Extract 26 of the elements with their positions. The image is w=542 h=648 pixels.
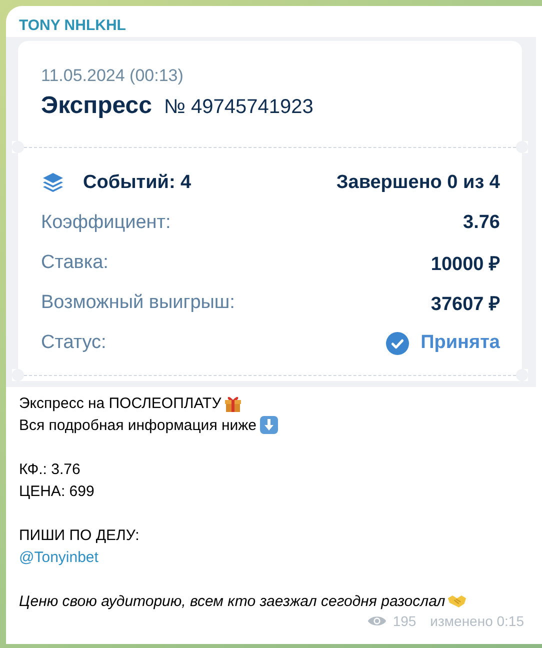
status-value: Принята bbox=[420, 332, 500, 354]
message-text: ПИШИ ПО ДЕЛУ: bbox=[19, 526, 140, 544]
detail-label: Статус: bbox=[41, 332, 106, 354]
ticket-date: 11.05.2024 (00:13) bbox=[41, 66, 184, 86]
edited-time: изменено 0:15 bbox=[430, 613, 524, 629]
view-count: 195 bbox=[392, 613, 416, 629]
bet-number: № 49745741923 bbox=[164, 96, 314, 119]
detail-label: Коэффициент: bbox=[41, 212, 171, 234]
layers-icon bbox=[41, 171, 65, 195]
channel-name[interactable]: TONY NHLKHL bbox=[6, 6, 126, 37]
detail-value: 10000 ₽ bbox=[430, 253, 500, 276]
detail-value: 3.76 bbox=[463, 212, 500, 234]
message-text: КФ.: 3.76 bbox=[19, 460, 80, 478]
username-link[interactable]: @Tonyinbet bbox=[19, 548, 98, 566]
completed-count: Завершено 0 из 4 bbox=[336, 172, 500, 194]
message-text: Экспресс на ПОСЛЕОПЛАТУ bbox=[19, 394, 222, 412]
message-text: ЦЕНА: 699 bbox=[19, 482, 94, 500]
eye-icon bbox=[366, 614, 387, 628]
detail-label: Возможный выигрыш: bbox=[41, 292, 235, 314]
bet-type: Экспресс bbox=[41, 92, 152, 120]
events-count: Событий: 4 bbox=[83, 172, 192, 194]
message-text: Ценю свою аудиторию, всем кто заезжал сегодня разослал bbox=[19, 592, 446, 610]
detail-value: 37607 ₽ bbox=[430, 293, 500, 316]
detail-label: Ставка: bbox=[41, 252, 108, 274]
check-circle-icon bbox=[386, 332, 409, 354]
message-text: Вся подробная информация ниже bbox=[19, 416, 257, 434]
